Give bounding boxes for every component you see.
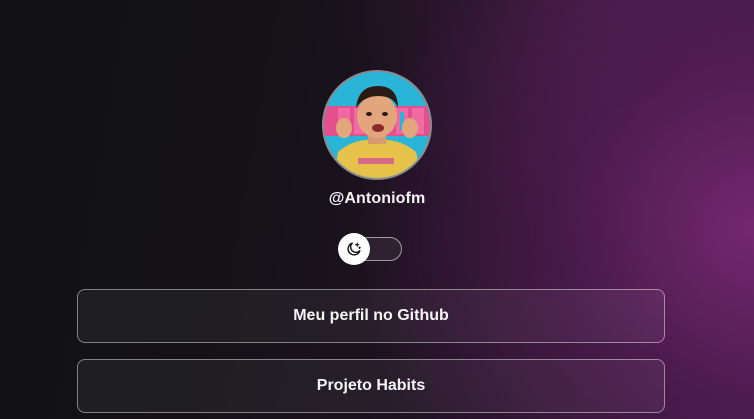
avatar-photo xyxy=(324,72,430,178)
github-profile-link[interactable]: Meu perfil no Github xyxy=(77,289,665,343)
profile-section: @Antoniofm xyxy=(0,70,754,209)
username: @Antoniofm xyxy=(328,190,426,207)
habits-project-link[interactable]: Projeto Habits xyxy=(77,359,665,413)
avatar xyxy=(322,70,432,180)
links-list: Meu perfil no Github Projeto Habits xyxy=(77,289,665,419)
theme-toggle-switch[interactable] xyxy=(338,233,402,265)
switch-knob[interactable] xyxy=(338,233,370,265)
moon-stars-icon xyxy=(347,242,361,256)
